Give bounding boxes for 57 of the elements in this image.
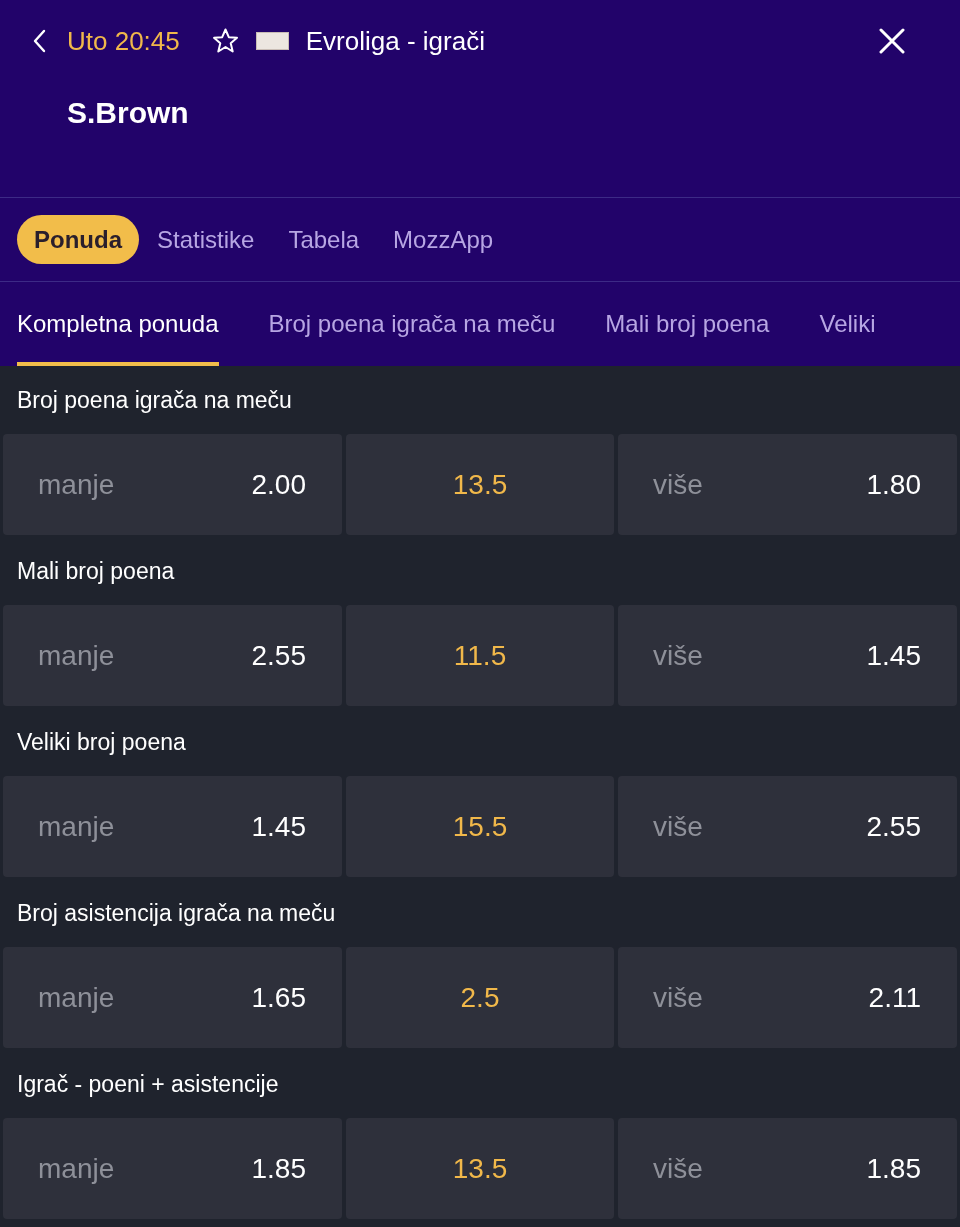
market-title: Igrač - poeni + asistencije bbox=[17, 1069, 279, 1099]
market-title: Veliki broj poena bbox=[17, 727, 186, 757]
sub-tab[interactable]: Kompletna ponuda bbox=[17, 282, 219, 366]
market-title: Broj poena igrača na meču bbox=[17, 385, 292, 415]
tab[interactable]: Tabela bbox=[271, 215, 377, 264]
odds-button[interactable]: više 1.85 bbox=[618, 1118, 957, 1219]
close-icon bbox=[879, 28, 905, 54]
odds-value: 1.80 bbox=[866, 467, 921, 502]
close-button[interactable] bbox=[878, 27, 906, 55]
favorite-button[interactable] bbox=[211, 27, 240, 55]
match-time: Uto 20:45 bbox=[67, 24, 180, 58]
odds-button[interactable]: više 1.45 bbox=[618, 605, 957, 706]
outcome-label: više bbox=[653, 467, 703, 502]
tab[interactable]: Statistike bbox=[140, 215, 272, 264]
odds-button[interactable]: više 2.11 bbox=[618, 947, 957, 1048]
line-value-button[interactable]: 2.5 bbox=[346, 947, 614, 1048]
competition-title: Evroliga - igrači bbox=[305, 24, 485, 58]
outcome-label: više bbox=[653, 980, 703, 1015]
line-value-button[interactable]: 15.5 bbox=[346, 776, 614, 877]
odds-value: 2.55 bbox=[866, 809, 921, 844]
odds-button[interactable]: više 1.80 bbox=[618, 434, 957, 535]
outcome-label: više bbox=[653, 1151, 703, 1186]
odds-button[interactable]: manje 1.85 bbox=[3, 1118, 342, 1219]
odds-value: 2.00 bbox=[251, 467, 306, 502]
odds-button[interactable]: manje 2.00 bbox=[3, 434, 342, 535]
league-logo-image bbox=[255, 32, 289, 50]
sub-tab[interactable]: Broj poena igrača na meču bbox=[268, 282, 556, 366]
tab[interactable]: MozzApp bbox=[376, 215, 511, 264]
sub-tab[interactable]: Veliki bbox=[819, 282, 876, 366]
odds-value: 1.85 bbox=[251, 1151, 306, 1186]
outcome-label: manje bbox=[38, 980, 115, 1015]
tab[interactable]: Ponuda bbox=[17, 215, 139, 264]
market-title: Mali broj poena bbox=[17, 556, 175, 586]
odds-button[interactable]: više 2.55 bbox=[618, 776, 957, 877]
outcome-label: više bbox=[653, 809, 703, 844]
star-icon bbox=[212, 28, 240, 54]
player-name: S.Brown bbox=[67, 96, 189, 129]
odds-value: 1.85 bbox=[866, 1151, 921, 1186]
odds-value: 1.45 bbox=[866, 638, 921, 673]
line-value-button[interactable]: 13.5 bbox=[346, 1118, 614, 1219]
odds-button[interactable]: manje 1.45 bbox=[3, 776, 342, 877]
sub-tab[interactable]: Mali broj poena bbox=[605, 282, 770, 366]
back-chevron-icon bbox=[32, 29, 46, 53]
market-title: Broj asistencija igrača na meču bbox=[17, 898, 336, 928]
outcome-label: više bbox=[653, 638, 703, 673]
odds-button[interactable]: manje 2.55 bbox=[3, 605, 342, 706]
odds-value: 1.65 bbox=[251, 980, 306, 1015]
outcome-label: manje bbox=[38, 809, 115, 844]
outcome-label: manje bbox=[38, 1151, 115, 1186]
odds-button[interactable]: manje 1.65 bbox=[3, 947, 342, 1048]
line-value-button[interactable]: 13.5 bbox=[346, 434, 614, 535]
odds-value: 2.55 bbox=[251, 638, 306, 673]
line-value-button[interactable]: 11.5 bbox=[346, 605, 614, 706]
odds-value: 1.45 bbox=[251, 809, 306, 844]
odds-value: 2.11 bbox=[868, 980, 921, 1015]
outcome-label: manje bbox=[38, 638, 115, 673]
outcome-label: manje bbox=[38, 467, 115, 502]
